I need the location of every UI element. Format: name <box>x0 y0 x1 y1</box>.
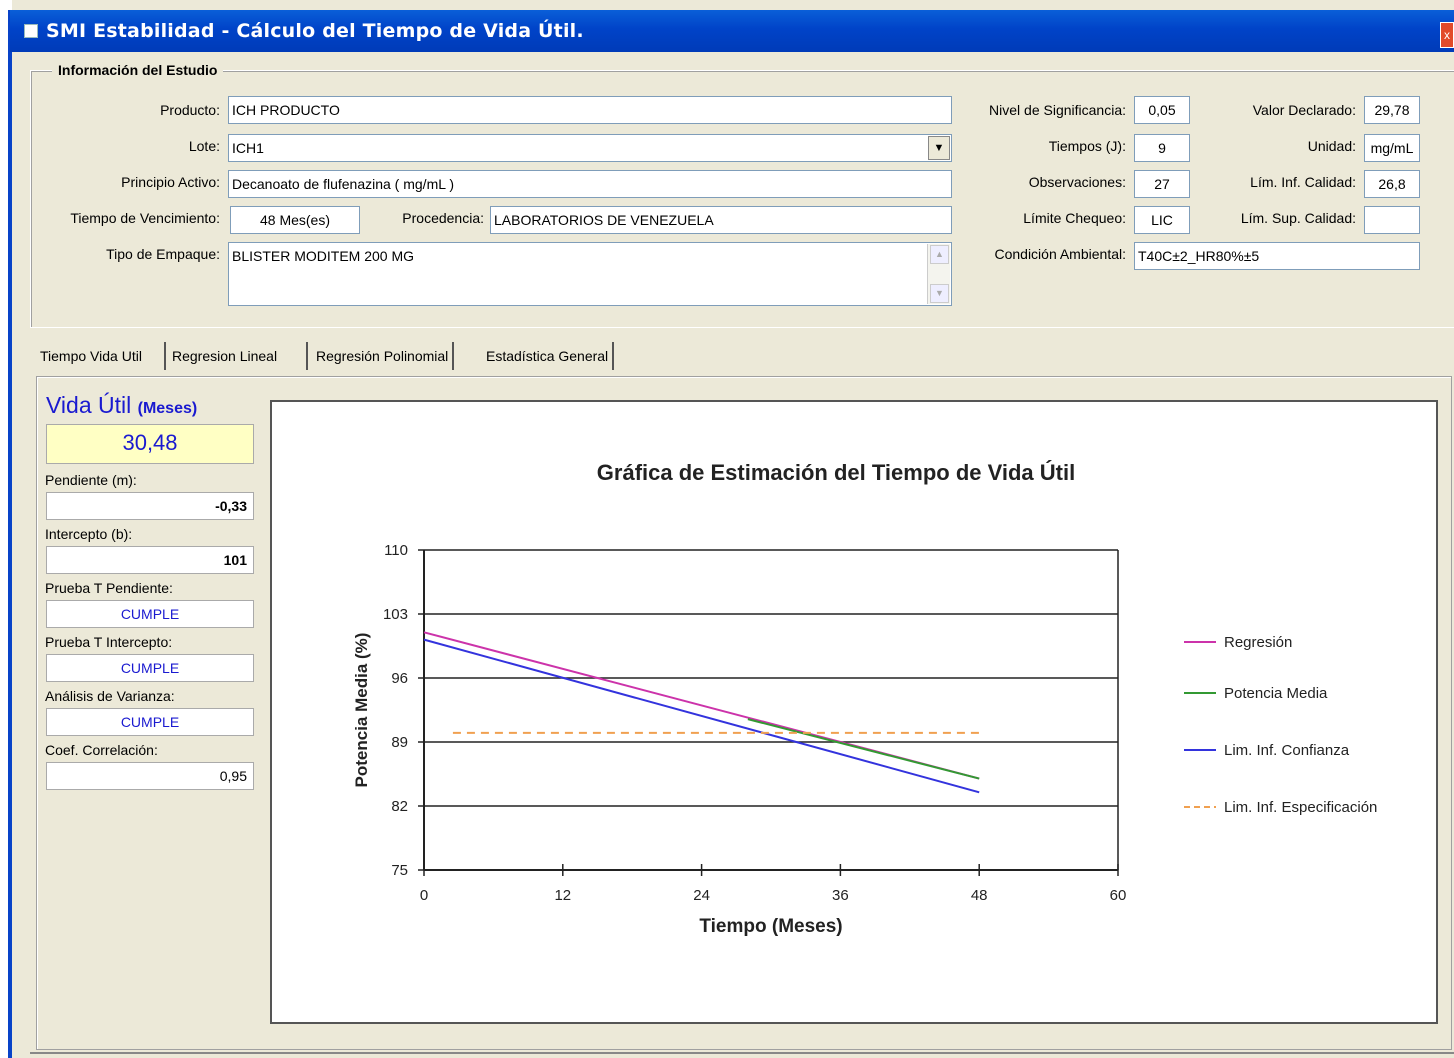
unidad-label: Unidad: <box>1307 138 1356 154</box>
legend-label: Regresión <box>1224 634 1292 651</box>
condicion-field[interactable]: T40C±2_HR80%±5 <box>1134 242 1420 270</box>
textarea-scrollbar[interactable]: ▲ ▼ <box>927 244 950 304</box>
bottom-border <box>30 1052 1454 1054</box>
scroll-down-icon[interactable]: ▼ <box>930 284 949 303</box>
valor-field[interactable]: 29,78 <box>1364 96 1420 124</box>
title-bar[interactable]: SMI Estabilidad - Cálculo del Tiempo de … <box>10 10 1454 52</box>
observaciones-field[interactable]: 27 <box>1134 170 1190 198</box>
intercepto-label: Intercepto (b): <box>45 526 133 542</box>
legend-label: Lim. Inf. Confianza <box>1224 742 1350 759</box>
procedencia-field[interactable]: LABORATORIOS DE VENEZUELA <box>490 206 952 234</box>
tab-regresion-polinomial[interactable]: Regresión Polinomial <box>310 342 455 370</box>
x-tick-label: 36 <box>832 887 849 904</box>
tab-tiempo-vida-util[interactable]: Tiempo Vida Util <box>40 342 146 370</box>
lote-select[interactable]: ICH1 ▼ <box>228 134 952 162</box>
vida-util-title: Vida Útil <box>46 392 132 418</box>
unidad-field[interactable]: mg/mL <box>1364 134 1420 162</box>
tiempos-label: Tiempos (J): <box>1048 138 1126 154</box>
tab-regresion-lineal[interactable]: Regresion Lineal <box>164 342 308 370</box>
nivel-field[interactable]: 0,05 <box>1134 96 1190 124</box>
y-tick-label: 82 <box>391 798 408 815</box>
limsup-label: Lím. Sup. Calidad: <box>1240 210 1356 226</box>
liminf-label: Lím. Inf. Calidad: <box>1250 174 1356 190</box>
tab-estadistica-general[interactable]: Estadística General <box>480 342 615 370</box>
condicion-label: Condición Ambiental: <box>994 246 1126 262</box>
procedencia-label: Procedencia: <box>402 210 484 226</box>
principio-label: Principio Activo: <box>121 174 220 190</box>
coef-field: 0,95 <box>46 762 254 790</box>
series-line <box>747 718 980 780</box>
empaque-textarea[interactable]: BLISTER MODITEM 200 MG ▲ ▼ <box>228 242 952 306</box>
prueba-intercepto-field: CUMPLE <box>46 654 254 682</box>
observaciones-label: Observaciones: <box>1028 174 1126 190</box>
vida-util-value: 30,48 <box>46 424 254 464</box>
empaque-label: Tipo de Empaque: <box>106 246 220 262</box>
x-tick-label: 48 <box>971 887 988 904</box>
series-line <box>423 638 980 794</box>
chevron-down-icon[interactable]: ▼ <box>928 136 950 160</box>
shelf-life-chart: Gráfica de Estimación del Tiempo de Vida… <box>352 460 1377 937</box>
principio-field[interactable]: Decanoato de flufenazina ( mg/mL ) <box>228 170 952 198</box>
y-tick-label: 75 <box>391 862 408 879</box>
prueba-pendiente-field: CUMPLE <box>46 600 254 628</box>
liminf-field[interactable]: 26,8 <box>1364 170 1420 198</box>
y-tick-label: 96 <box>391 670 408 687</box>
legend-label: Potencia Media <box>1224 685 1328 702</box>
chart-title: Gráfica de Estimación del Tiempo de Vida… <box>597 460 1075 485</box>
pendiente-field: -0,33 <box>46 492 254 520</box>
legend-label: Lim. Inf. Especificación <box>1224 799 1377 816</box>
vida-util-heading: Vida Útil (Meses) <box>46 392 197 419</box>
anova-label: Análisis de Varianza: <box>45 688 175 704</box>
lote-label: Lote: <box>188 138 220 154</box>
tiempos-field[interactable]: 9 <box>1134 134 1190 162</box>
x-axis-title: Tiempo (Meses) <box>699 916 842 937</box>
x-tick-label: 0 <box>420 887 428 904</box>
prueba-intercepto-label: Prueba T Intercepto: <box>45 634 173 650</box>
limite-field[interactable]: LIC <box>1134 206 1190 234</box>
app-icon <box>24 24 38 38</box>
window-title: SMI Estabilidad - Cálculo del Tiempo de … <box>46 20 584 42</box>
producto-field[interactable]: ICH PRODUCTO <box>228 96 952 124</box>
nivel-label: Nivel de Significancia: <box>989 102 1126 118</box>
y-tick-label: 110 <box>384 542 408 559</box>
section-title: Información del Estudio <box>52 62 224 78</box>
x-tick-label: 24 <box>693 887 710 904</box>
window-border <box>8 10 12 1058</box>
producto-label: Producto: <box>160 102 220 118</box>
scroll-up-icon[interactable]: ▲ <box>930 245 949 264</box>
chart-container: Gráfica de Estimación del Tiempo de Vida… <box>270 400 1438 1024</box>
anova-field: CUMPLE <box>46 708 254 736</box>
y-tick-label: 103 <box>383 606 408 623</box>
empaque-value: BLISTER MODITEM 200 MG <box>232 248 415 264</box>
intercepto-field: 101 <box>46 546 254 574</box>
vencimiento-field[interactable]: 48 Mes(es) <box>230 206 360 234</box>
close-button[interactable]: x <box>1440 22 1454 48</box>
vencimiento-label: Tiempo de Vencimiento: <box>70 210 220 226</box>
prueba-pendiente-label: Prueba T Pendiente: <box>45 580 173 596</box>
x-tick-label: 60 <box>1110 887 1127 904</box>
lote-value: ICH1 <box>232 140 264 156</box>
coef-label: Coef. Correlación: <box>45 742 158 758</box>
y-tick-label: 89 <box>391 734 408 751</box>
valor-label: Valor Declarado: <box>1252 102 1356 118</box>
vida-util-units: (Meses) <box>137 400 198 417</box>
y-axis-title: Potencia Media (%) <box>352 633 371 788</box>
window-left-edge <box>0 0 12 1058</box>
x-tick-label: 12 <box>554 887 571 904</box>
pendiente-label: Pendiente (m): <box>45 472 137 488</box>
limsup-field[interactable] <box>1364 206 1420 234</box>
limite-label: Límite Chequeo: <box>1023 210 1126 226</box>
